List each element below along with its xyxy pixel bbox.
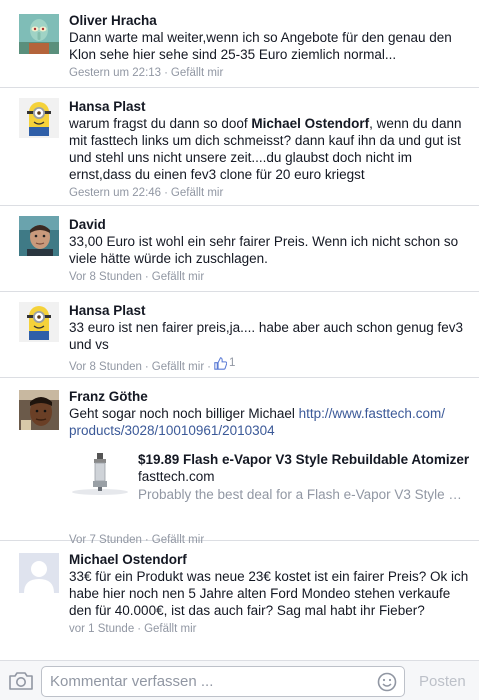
like-button[interactable]: Gefällt mir <box>152 271 204 283</box>
comment-item: Hansa Plast 33 euro ist nen fairer preis… <box>0 292 479 378</box>
preview-title[interactable]: $19.89 Flash e-Vapor V3 Style Rebuildabl… <box>138 447 471 468</box>
comment-timestamp: vor 1 Stunde <box>69 623 135 635</box>
mention-link[interactable]: Michael Ostendorf <box>251 116 369 131</box>
like-count[interactable]: 1 <box>214 356 235 371</box>
thumbs-up-icon <box>214 357 227 370</box>
comment-text: 33 euro ist nen fairer preis,ja.... habe… <box>69 320 464 352</box>
comment-item: Hansa Plast warum fragst du dann so doof… <box>0 88 479 206</box>
comment-meta: Vor 8 Stunden · Gefällt mir · 1 <box>69 356 236 373</box>
squidward-avatar[interactable] <box>19 14 59 54</box>
photo-avatar[interactable] <box>19 216 59 256</box>
comment-feed: Oliver Hracha Dann warte mal weiter,wenn… <box>0 0 479 660</box>
comment-text: 33,00 Euro ist wohl ein sehr fairer Prei… <box>69 234 459 266</box>
comment-text: warum fragst du dann so doof Michael Ost… <box>69 116 462 182</box>
comment-author[interactable]: Hansa Plast <box>69 98 471 115</box>
post-button[interactable]: Posten <box>419 673 466 690</box>
minion-avatar[interactable] <box>19 98 59 138</box>
link-preview[interactable]: $19.89 Flash e-Vapor V3 Style Rebuildabl… <box>69 447 471 527</box>
comment-meta: vor 1 Stunde · Gefällt mir <box>69 623 197 635</box>
like-button[interactable]: Gefällt mir <box>171 67 223 79</box>
camera-icon[interactable] <box>8 671 34 691</box>
comment-text: Dann warte mal weiter,wenn ich so Angebo… <box>69 30 452 62</box>
comment-item: David 33,00 Euro ist wohl ein sehr faire… <box>0 206 479 292</box>
comment-item: Franz Göthe Geht sogar noch noch billige… <box>0 378 479 546</box>
comment-timestamp: Gestern um 22:13 <box>69 67 162 79</box>
comment-author[interactable]: Franz Göthe <box>69 388 471 405</box>
url-link-continued[interactable]: products/3028/10010961/2010304 <box>69 423 275 438</box>
minion-avatar[interactable] <box>19 302 59 342</box>
comment-timestamp: Gestern um 22:46 <box>69 187 162 199</box>
comment-input[interactable] <box>42 667 362 696</box>
comment-text: 33€ für ein Produkt was neue 23€ kostet … <box>69 569 469 618</box>
comment-meta: Gestern um 22:46 · Gefällt mir <box>69 187 224 199</box>
comment-meta: Gestern um 22:13 · Gefällt mir <box>69 67 224 79</box>
comment-author[interactable]: Hansa Plast <box>69 302 471 319</box>
comment-author[interactable]: Oliver Hracha <box>69 12 471 29</box>
comment-item: Oliver Hracha Dann warte mal weiter,wenn… <box>0 0 479 88</box>
like-button[interactable]: Gefällt mir <box>171 187 223 199</box>
preview-description: Probably the best deal for a Flash e-Vap… <box>138 487 471 502</box>
comment-input-box <box>41 666 405 697</box>
default-avatar[interactable] <box>19 553 59 593</box>
photo-avatar[interactable] <box>19 390 59 430</box>
comment-item: Michael Ostendorf 33€ für ein Produkt wa… <box>0 541 479 660</box>
preview-thumbnail <box>69 447 131 507</box>
like-button[interactable]: Gefällt mir <box>152 361 204 373</box>
comment-composer: Posten <box>0 660 479 700</box>
preview-domain: fasttech.com <box>138 469 215 484</box>
comment-author[interactable]: Michael Ostendorf <box>69 551 471 568</box>
like-button[interactable]: Gefällt mir <box>144 623 196 635</box>
comment-author[interactable]: David <box>69 216 471 233</box>
comment-timestamp: Vor 8 Stunden <box>69 361 142 373</box>
url-link[interactable]: http://www.fasttech.com/ <box>299 406 445 421</box>
comment-meta: Vor 8 Stunden · Gefällt mir <box>69 271 205 283</box>
like-count-value: 1 <box>229 357 236 369</box>
comment-text: Geht sogar noch noch billiger Michael ht… <box>69 406 445 438</box>
emoji-icon[interactable] <box>377 672 397 692</box>
comment-timestamp: Vor 8 Stunden <box>69 271 142 283</box>
